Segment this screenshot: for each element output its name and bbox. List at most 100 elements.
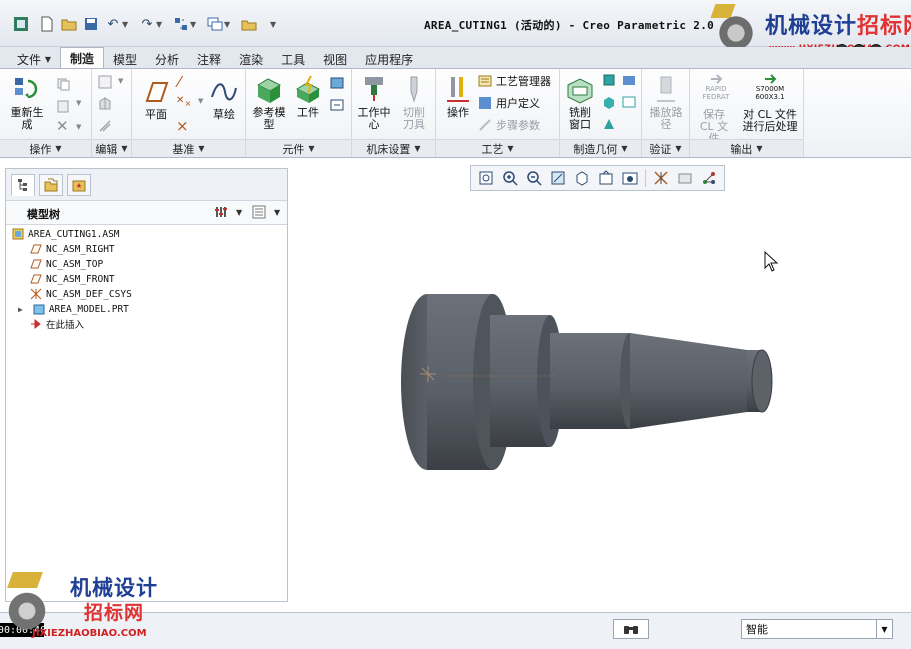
turn-profile-icon[interactable]	[622, 95, 636, 109]
cutting-tool-button[interactable]: 切削刀具	[396, 75, 432, 131]
repaint-icon[interactable]	[547, 167, 569, 189]
find-button[interactable]	[613, 619, 649, 639]
group-edit-label[interactable]: 编辑 ▼	[92, 139, 131, 157]
point-icon[interactable]: ✕×	[176, 95, 191, 108]
delete-dropdown-icon[interactable]: ▼	[76, 123, 81, 131]
new-file-icon[interactable]	[38, 15, 56, 33]
group-mfg-geometry-label[interactable]: 制造几何 ▼	[560, 139, 641, 157]
work-center-button[interactable]: 工作中心	[356, 75, 392, 131]
regenerate-quick-icon[interactable]	[172, 15, 190, 33]
refit-icon[interactable]	[475, 167, 497, 189]
paste-dropdown-icon[interactable]: ▼	[76, 99, 81, 107]
pattern-icon[interactable]	[98, 75, 112, 89]
zoom-out-icon[interactable]	[523, 167, 545, 189]
drill-group-icon[interactable]	[602, 95, 616, 109]
step-params-button[interactable]: 步骤参数	[478, 117, 540, 133]
tab-applications[interactable]: 应用程序	[356, 49, 422, 69]
spin-center-icon[interactable]	[674, 167, 696, 189]
rapid-fedrat-button[interactable]: RAPID FEDRAT	[696, 73, 736, 101]
folder-browser-tab[interactable]	[39, 174, 63, 196]
tab-model[interactable]: 模型	[104, 49, 146, 69]
group-datum-label[interactable]: 基准 ▼	[132, 139, 245, 157]
group-machine-setup-label[interactable]: 机床设置 ▼	[352, 139, 435, 157]
tab-tools[interactable]: 工具	[272, 49, 314, 69]
assemble-component-icon[interactable]	[330, 75, 344, 89]
selection-filter-select[interactable]: 智能 ▼	[741, 619, 893, 639]
show-columns-icon[interactable]	[252, 205, 266, 222]
model-tree-tab[interactable]	[11, 174, 35, 196]
mill-volume-icon[interactable]	[602, 73, 616, 87]
process-manager-button[interactable]: 工艺管理器	[478, 73, 551, 89]
stock-boundary-icon[interactable]	[602, 117, 616, 131]
group-verify-label[interactable]: 验证 ▼	[642, 139, 689, 157]
customize-toolbar-icon[interactable]: ▼	[270, 20, 276, 29]
windows-icon[interactable]	[206, 15, 224, 33]
pattern-dropdown-icon[interactable]: ▼	[118, 77, 123, 85]
reference-model-button[interactable]: 参考模型	[250, 75, 288, 131]
tree-item-csys[interactable]: NC_ASM_DEF_CSYS	[30, 287, 132, 301]
tab-manufacturing[interactable]: 制造	[60, 47, 105, 69]
tree-item-datum-plane[interactable]: NC_ASM_RIGHT	[30, 242, 115, 256]
mirror-icon[interactable]	[98, 97, 112, 111]
cl-post-process-button[interactable]: 对 CL 文件进行后处理	[740, 109, 800, 133]
regen-dropdown-icon[interactable]: ▼	[190, 20, 196, 29]
sketch-button[interactable]: 草绘	[206, 77, 242, 121]
tree-item-insert-here[interactable]: 在此插入	[30, 317, 84, 331]
model-tree-title: 模型树	[27, 208, 60, 221]
graphics-window[interactable]	[292, 160, 911, 612]
redo-dropdown-icon[interactable]: ▼	[156, 20, 162, 29]
create-component-icon[interactable]	[330, 97, 344, 111]
redo-icon[interactable]: ↷	[138, 15, 156, 33]
mill-window-button[interactable]: 铣削窗口	[562, 75, 598, 131]
plane-button[interactable]: 平面	[138, 77, 174, 121]
view-manager-icon[interactable]	[619, 167, 641, 189]
csys-icon[interactable]: ⨯	[176, 117, 189, 135]
tree-item-datum-plane[interactable]: NC_ASM_FRONT	[30, 272, 115, 286]
tab-file[interactable]: 文件 ▼	[8, 49, 60, 69]
expand-arrow-icon[interactable]: ▶	[18, 305, 23, 314]
undo-icon[interactable]: ↶	[104, 15, 122, 33]
saved-orientations-icon[interactable]	[595, 167, 617, 189]
windows-dropdown-icon[interactable]: ▼	[224, 20, 230, 29]
datum-display-icon[interactable]	[650, 167, 672, 189]
axis-icon[interactable]: ⁄	[178, 73, 181, 91]
undo-dropdown-icon[interactable]: ▼	[122, 20, 128, 29]
copy-icon[interactable]	[56, 77, 70, 91]
regenerate-button[interactable]: 重新生成	[8, 75, 46, 131]
favorites-tab[interactable]	[67, 174, 91, 196]
zoom-in-icon[interactable]	[499, 167, 521, 189]
chevron-down-icon[interactable]: ▼	[876, 620, 892, 638]
tree-settings-icon[interactable]	[214, 205, 230, 222]
show-dropdown-icon[interactable]: ▼	[274, 208, 280, 217]
group-process-label[interactable]: 工艺 ▼	[436, 139, 559, 157]
save-icon[interactable]	[82, 15, 100, 33]
operation-button[interactable]: 操作	[440, 75, 476, 119]
tab-annotate[interactable]: 注释	[188, 49, 230, 69]
app-logo-icon[interactable]	[12, 15, 30, 33]
group-output-label[interactable]: 输出 ▼	[690, 139, 803, 157]
delete-icon[interactable]: ✕	[56, 117, 69, 135]
group-operations-label[interactable]: 操作 ▼	[0, 139, 91, 157]
play-path-button[interactable]: 播放路径	[646, 75, 686, 131]
annotation-display-icon[interactable]	[698, 167, 720, 189]
offset-icon[interactable]	[98, 119, 112, 133]
tab-view[interactable]: 视图	[314, 49, 356, 69]
tab-analysis[interactable]: 分析	[146, 49, 188, 69]
shaft-model-view[interactable]	[292, 160, 911, 612]
tree-item-part[interactable]: ▶ AREA_MODEL.PRT	[18, 302, 129, 316]
workpiece-button[interactable]: 工件	[290, 75, 326, 119]
user-defined-button[interactable]: 用户定义	[478, 95, 540, 111]
close-window-icon[interactable]	[240, 15, 258, 33]
point-dropdown-icon[interactable]: ▼	[198, 97, 203, 105]
mill-surface-icon[interactable]	[622, 73, 636, 87]
paste-icon[interactable]	[56, 99, 70, 113]
group-component-label[interactable]: 元件 ▼	[246, 139, 351, 157]
work-center-icon	[365, 77, 383, 101]
open-folder-icon[interactable]	[60, 15, 78, 33]
display-style-icon[interactable]	[571, 167, 593, 189]
s7000-button[interactable]: S7000M 600X3.1	[748, 73, 792, 101]
tab-render[interactable]: 渲染	[230, 49, 272, 69]
tree-item-datum-plane[interactable]: NC_ASM_TOP	[30, 257, 103, 271]
tree-item-assembly[interactable]: AREA_CUTING1.ASM	[12, 227, 120, 241]
tree-settings-dropdown-icon[interactable]: ▼	[236, 208, 242, 217]
